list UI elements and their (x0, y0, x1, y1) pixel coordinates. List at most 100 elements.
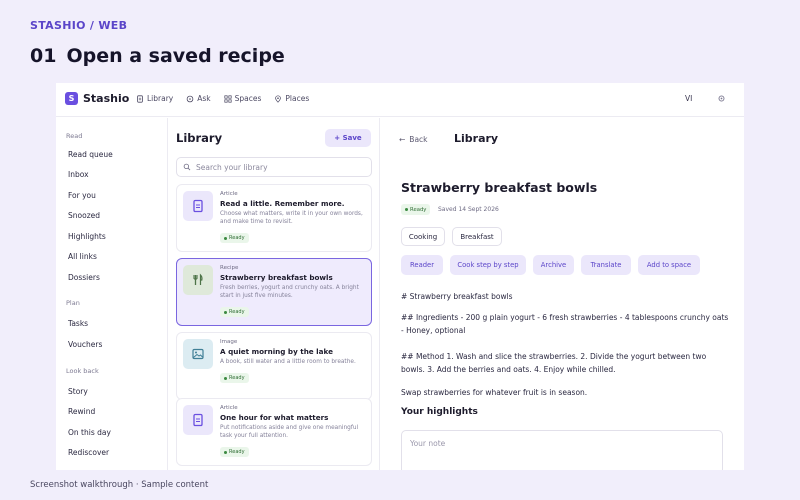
cook-step-by-step-button[interactable]: Cook step by step (450, 255, 526, 275)
sidebar-item-inbox[interactable]: Inbox (68, 170, 89, 179)
back-label: Back (409, 135, 428, 144)
fork-knife-icon (193, 273, 203, 285)
library-card-article-2[interactable]: Article One hour for what matters Put no… (176, 398, 372, 466)
status-dot (224, 376, 227, 380)
sidebar-item-vouchers[interactable]: Vouchers (68, 340, 102, 349)
recipe-heading-text: # Strawberry breakfast bowls (401, 292, 513, 301)
detail-header-title: Library (454, 132, 499, 145)
highlights-title: Your highlights (401, 407, 478, 417)
tag-cooking[interactable]: Cooking (401, 227, 445, 246)
card-kind: Article (220, 405, 238, 411)
card-thumbnail (183, 339, 213, 369)
sidebar: Read Read queue Inbox For you Snoozed Hi… (56, 118, 168, 470)
status-badge-label: Ready (229, 235, 245, 241)
sidebar-item-story[interactable]: Story (68, 387, 88, 396)
status-dot (224, 450, 227, 454)
document-icon (137, 94, 143, 103)
tag-breakfast[interactable]: Breakfast (452, 227, 502, 246)
sidebar-section-plan: Plan (66, 299, 80, 307)
back-button[interactable]: ← Back (399, 135, 428, 144)
logo-text: Stashio (83, 92, 130, 105)
gear-icon[interactable] (717, 94, 726, 103)
logo[interactable]: S Stashio (65, 92, 129, 105)
nav-library[interactable]: Library (136, 94, 173, 103)
sidebar-section-read: Read (66, 132, 83, 140)
crumb: STASHIO / WEB (30, 19, 128, 32)
saved-date: Saved 14 Sept 2026 (438, 206, 499, 213)
top-bar: S Stashio Library Ask Spaces Places VI (56, 83, 744, 117)
card-thumbnail (183, 191, 213, 221)
app-window: S Stashio Library Ask Spaces Places VI R… (56, 83, 744, 470)
library-card-article[interactable]: Article Read a little. Remember more. Ch… (176, 184, 372, 252)
card-description: Put notifications aside and give one mea… (220, 425, 359, 439)
sidebar-item-for-you[interactable]: For you (68, 191, 96, 200)
nav-ask[interactable]: Ask (186, 94, 211, 103)
sidebar-item-rewind[interactable]: Rewind (68, 407, 95, 416)
note-input[interactable]: Your note (401, 430, 723, 470)
search-placeholder: Search your library (196, 162, 268, 172)
status-dot (224, 236, 227, 240)
status-badge-label: Ready (410, 206, 427, 213)
status-badge-label: Ready (229, 375, 245, 381)
translate-button[interactable]: Translate (581, 255, 631, 275)
status-badge: Ready (401, 204, 431, 215)
sidebar-item-tasks[interactable]: Tasks (68, 319, 88, 328)
library-card-image[interactable]: Image A quiet morning by the lake A book… (176, 332, 372, 400)
library-title: Library (176, 131, 223, 145)
library-panel: Library + Save Search your library Artic… (168, 118, 380, 470)
search-input[interactable]: Search your library (176, 157, 372, 177)
reader-button[interactable]: Reader (401, 255, 443, 275)
card-title: A quiet morning by the lake (220, 347, 333, 356)
status-badge: Ready (220, 233, 249, 243)
library-card-recipe[interactable]: Recipe Strawberry breakfast bowls Fresh … (176, 258, 372, 326)
search-icon (183, 163, 191, 171)
logo-mark: S (65, 92, 78, 105)
step-title: Open a saved recipe (66, 45, 285, 67)
card-kind: Image (220, 339, 238, 345)
nav-places-label: Places (285, 94, 310, 103)
recipe-ingredients: ## Ingredients - 200 g plain yogurt - 6 … (401, 313, 729, 335)
chat-icon (186, 95, 194, 102)
nav-places[interactable]: Places (274, 94, 309, 103)
card-description: Choose what matters, write it in your ow… (220, 211, 363, 225)
sidebar-item-dossiers[interactable]: Dossiers (68, 273, 100, 282)
archive-button[interactable]: Archive (533, 255, 574, 275)
sidebar-item-read-queue[interactable]: Read queue (68, 150, 113, 159)
arrow-left-icon: ← (399, 135, 406, 144)
card-title: Strawberry breakfast bowls (220, 273, 333, 282)
nav-spaces-label: Spaces (234, 94, 262, 103)
card-description: Fresh berries, yogurt and crunchy oats. … (220, 285, 359, 299)
sidebar-item-on-this-day[interactable]: On this day (68, 428, 111, 437)
card-thumbnail (183, 265, 213, 295)
page-headline: 01 Open a saved recipe (30, 45, 285, 67)
card-kind: Recipe (220, 265, 239, 271)
detail-panel: ← Back Library Strawberry breakfast bowl… (380, 118, 744, 470)
card-title: One hour for what matters (220, 413, 329, 422)
sidebar-section-look-back: Look back (66, 367, 99, 375)
nav-library-label: Library (147, 94, 174, 103)
status-dot (224, 310, 227, 314)
card-description: A book, still water and a little room to… (220, 359, 356, 365)
status-badge-label: Ready (229, 309, 245, 315)
pin-icon (275, 94, 282, 103)
top-nav: Library Ask Spaces Places (136, 94, 309, 103)
sidebar-item-rediscover[interactable]: Rediscover (68, 448, 109, 457)
card-kind: Article (220, 191, 238, 197)
step-number: 01 (30, 45, 57, 67)
card-thumbnail (183, 405, 213, 435)
recipe-method: ## Method 1. Wash and slice the strawber… (401, 352, 707, 374)
footer-caption: Screenshot walkthrough · Sample content (30, 480, 209, 490)
nav-spaces[interactable]: Spaces (224, 94, 262, 103)
status-badge: Ready (220, 447, 249, 457)
recipe-tip: Swap strawberries for whatever fruit is … (401, 388, 588, 397)
sidebar-item-all-links[interactable]: All links (68, 252, 97, 261)
document-icon (193, 199, 203, 213)
card-title: Read a little. Remember more. (220, 199, 345, 208)
sidebar-item-snoozed[interactable]: Snoozed (68, 211, 100, 220)
sidebar-item-highlights[interactable]: Highlights (68, 232, 106, 241)
recipe-title: Strawberry breakfast bowls (401, 180, 598, 195)
status-dot (405, 208, 408, 211)
save-button[interactable]: + Save (325, 129, 371, 147)
user-avatar[interactable]: VI (685, 94, 692, 103)
add-to-space-button[interactable]: Add to space (638, 255, 700, 275)
